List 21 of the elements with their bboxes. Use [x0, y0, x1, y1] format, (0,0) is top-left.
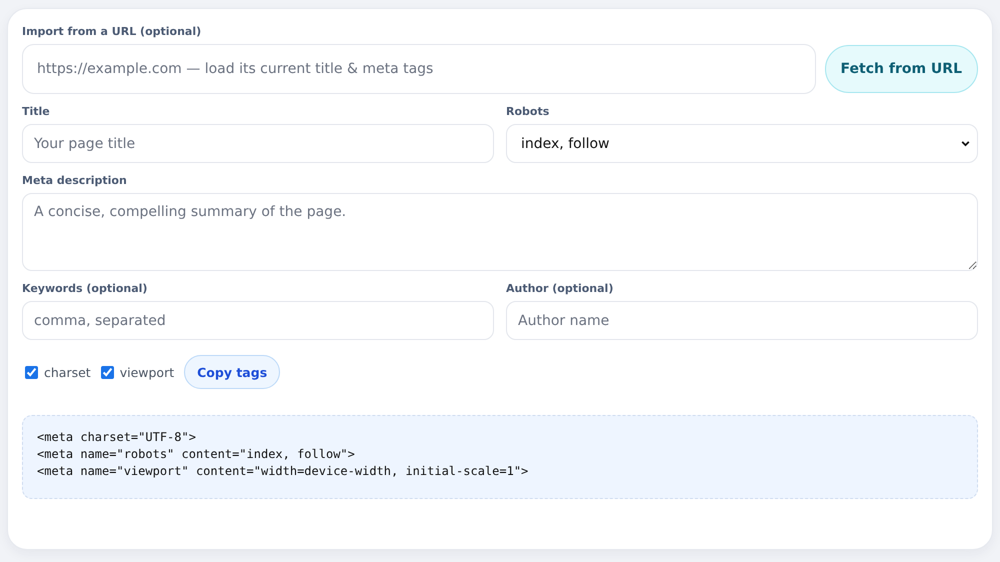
url-input-field[interactable]: https://example.com — load its current title & meta tags: [22, 44, 816, 94]
robots-select[interactable]: index, follow: [506, 124, 978, 163]
field-label: Title: [22, 105, 51, 118]
checkbox[interactable]: [25, 366, 38, 378]
code-line: <meta name="viewport" content="width=device-width, initial-scale=1">: [37, 464, 528, 478]
field-label: Robots: [506, 105, 550, 118]
title-input-field[interactable]: Your page title: [22, 124, 494, 163]
checkbox-label[interactable]: viewport: [120, 364, 174, 380]
keywords-input-field[interactable]: comma, separated: [22, 301, 494, 340]
code-line: <meta name="robots" content="index, follow">: [37, 447, 355, 461]
field-label: Meta description: [22, 174, 128, 187]
fetch-button[interactable]: Fetch from URL: [824, 45, 978, 93]
author-input-field[interactable]: Author name: [506, 301, 978, 340]
field-label: Author (optional): [506, 282, 614, 295]
description-textarea[interactable]: A concise, compelling summary of the page.: [22, 193, 978, 271]
field-label: Keywords (optional): [22, 282, 148, 295]
field-label: Import from a URL (optional): [22, 25, 202, 38]
copy-tags-button[interactable]: Copy tags: [184, 355, 280, 389]
code-line: <meta charset="UTF-8">: [37, 430, 196, 444]
checkbox-label[interactable]: charset: [44, 364, 91, 380]
checkbox[interactable]: [100, 366, 114, 378]
